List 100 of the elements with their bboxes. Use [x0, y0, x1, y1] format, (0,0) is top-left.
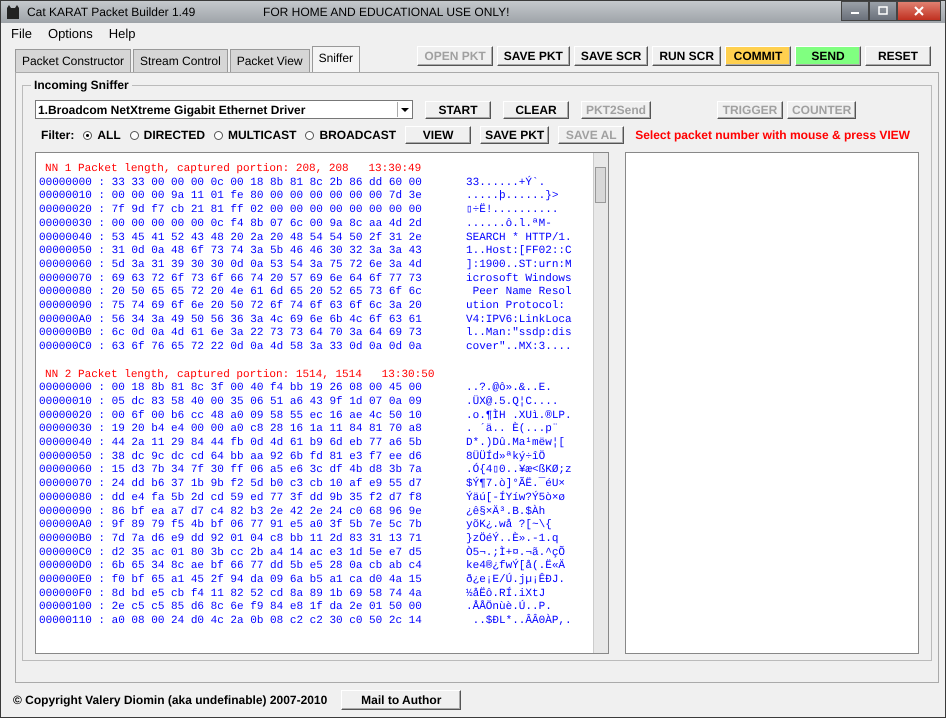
hex-bytes: 00000000 : 00 18 8b 81 8c 3f 00 40 f4 bb 19 26 08 00 45 00: [39, 382, 423, 396]
hex-bytes: 00000050 : 38 dc 9c dc cd 64 bb aa 92 6b fd 81 e3 f7 ee d6: [39, 450, 423, 464]
ascii-text: ......ô.l.ªM-: [466, 218, 552, 232]
hex-bytes: 00000010 : 00 00 00 9a 11 01 fe 80 00 00 00 00 00 00 7d 3e: [39, 190, 423, 204]
filter-label: Filter:: [41, 128, 74, 142]
ascii-text: ..$ÐL*..ÂÂ0ÀP,.: [472, 615, 572, 629]
sniffer-button[interactable]: SAVE PKT: [480, 126, 550, 144]
hex-bytes: 00000070 : 69 63 72 6f 73 6f 66 74 20 57 69 6e 64 6f 77 73: [39, 272, 423, 286]
ascii-text: ke4®¿fwÝ[å(.Ë«Ä: [466, 560, 566, 572]
menu-item[interactable]: Options: [42, 26, 99, 40]
tab[interactable]: Sniffer: [312, 46, 360, 72]
ascii-text: .Ó{4▯0..¥æ<ßKØ;z: [466, 464, 572, 476]
toolbar-button[interactable]: SAVE PKT: [496, 46, 570, 66]
filter-radio[interactable]: ALL: [83, 128, 121, 142]
sniffer-button[interactable]: CLEAR: [503, 100, 569, 118]
filter-radio[interactable]: MULTICAST: [214, 128, 296, 142]
ascii-text: yõK¿.wå ?[~\{: [466, 519, 552, 532]
hex-bytes: 000000A0 : 9f 89 79 f5 4b bf 06 77 91 e5 a0 3f 5b 7e 5c 7b: [39, 519, 423, 533]
hex-bytes: 00000000 : 33 33 00 00 00 0c 00 18 8b 81 8c 2b 86 dd 60 00: [39, 176, 423, 190]
hex-bytes: 00000020 : 00 6f 00 b6 cc 48 a0 09 58 55 ec 16 ae 4c 50 10: [39, 410, 423, 423]
hex-bytes: 000000E0 : f0 bf 65 a1 45 2f 94 da 09 6a b5 a1 ca d0 4a 15: [39, 574, 423, 588]
tab[interactable]: Packet Constructor: [15, 49, 132, 72]
sniffer-button[interactable]: VIEW: [405, 126, 472, 144]
filter-radio[interactable]: DIRECTED: [130, 128, 206, 142]
menu-item[interactable]: File: [5, 26, 38, 40]
tab[interactable]: Packet View: [230, 49, 310, 72]
ascii-text: .ÅÅÖnùè.Ú..P.: [466, 601, 552, 614]
ascii-text: ▯÷Ë!..........: [466, 204, 558, 218]
tab[interactable]: Stream Control: [133, 49, 228, 72]
hex-bytes: 00000010 : 05 dc 83 58 40 00 35 06 51 a6 43 9f 1d 07 0a 09: [39, 396, 423, 410]
ascii-text: $Ý¶7.ò]°ÃË.¯éU×: [466, 478, 566, 490]
ascii-text: V4:IPV6:LinkLoca: [466, 314, 572, 327]
window-title: Cat KARAT Packet Builder 1.49: [27, 5, 196, 19]
maximize-icon: [878, 6, 888, 16]
ascii-text: ution Protocol:: [466, 300, 566, 314]
hex-bytes: 00000090 : 75 74 69 6f 6e 20 50 72 6f 74 6f 63 6f 6c 3a 20: [39, 300, 423, 314]
hex-bytes: 00000020 : 7f 9d f7 cb 21 81 ff 02 00 00 00 00 00 00 00 00: [39, 204, 423, 218]
hex-bytes: 00000080 : 20 50 65 65 72 20 4e 61 6d 65 20 52 65 73 6f 6c: [39, 286, 423, 300]
close-icon: [914, 6, 924, 16]
ascii-text: .o.¶ÌH .XUì.®LP.: [466, 410, 572, 422]
group-title: Incoming Sniffer: [31, 78, 132, 92]
hex-bytes: 00000110 : a0 08 00 24 d0 4c 2a 0b 08 c2 c2 30 c0 50 2c 14: [39, 615, 423, 629]
dropdown-arrow-icon: [401, 108, 409, 112]
hex-bytes: 00000050 : 31 0d 0a 48 6f 73 74 3a 5b 46 46 30 32 3a 3a 43: [39, 245, 423, 259]
packet-header: NN 2 Packet length, captured portion: 1514, 1514 13:30:50: [44, 368, 436, 382]
close-button[interactable]: [897, 1, 941, 21]
scrollbar[interactable]: [593, 153, 608, 653]
hex-bytes: 00000060 : 15 d3 7b 34 7f 30 ff 06 a5 e6 3c df 4b d8 3b 7a: [39, 464, 423, 478]
hex-bytes: 00000080 : dd e4 fa 5b 2d cd 59 ed 77 3f dd 9b 35 f2 d7 f8: [39, 492, 423, 506]
filter-radio[interactable]: BROADCAST: [305, 128, 396, 142]
ascii-text: 33......+Ý`.: [466, 176, 546, 190]
copyright-text: © Copyright Valery Diomin (aka undefinable) 2007-2010: [13, 693, 328, 707]
hex-bytes: 00000100 : 2e c5 c5 85 d6 8c 6e f9 84 e8 1f da 2e 01 50 00: [39, 601, 423, 615]
ascii-text: l..Man:"ssdp:dis: [466, 327, 572, 341]
hex-bytes: 00000030 : 00 00 00 00 00 0c f4 8b 07 6c 00 9a 8c aa 4d 2d: [39, 218, 423, 232]
ascii-text: ]:1900..ST:urn:M: [466, 258, 572, 273]
minimize-button[interactable]: [841, 1, 869, 21]
adapter-dropdown[interactable]: 1.Broadcom NetXtreme Gigabit Ethernet Driver: [35, 100, 413, 119]
cat-icon: [5, 4, 21, 20]
toolbar-button[interactable]: COMMIT: [725, 46, 791, 66]
ascii-text: .ÜX@.5.Q¦C....: [466, 396, 558, 408]
ascii-text: SEARCH * HTTP/1.: [466, 232, 572, 245]
hint-text: Select packet number with mouse & press VIEW: [635, 128, 910, 142]
toolbar-button[interactable]: RUN SCR: [652, 46, 721, 66]
ascii-text: ..?.@ô».&..E.: [466, 382, 552, 395]
maximize-button[interactable]: [869, 1, 897, 21]
toolbar-button[interactable]: SEND: [795, 46, 861, 66]
hex-bytes: 000000A0 : 56 34 3a 49 50 56 36 3a 4c 69 6e 6b 4c 6f 63 61: [39, 314, 423, 327]
hex-bytes: 000000D0 : 6b 65 34 8c ae bf 66 77 dd 5b e5 28 0a cb ab c4: [39, 560, 423, 574]
ascii-text: D*.)Dû.Ma¹mëw¦[: [466, 437, 566, 450]
license-notice: FOR HOME AND EDUCATIONAL USE ONLY!: [263, 5, 510, 19]
packet-header: NN 1 Packet length, captured portion: 208, 208 13:30:49: [44, 163, 422, 177]
hex-bytes: 00000090 : 86 bf ea a7 d7 c4 82 b3 2e 42 2e 24 c0 68 96 9e: [39, 506, 423, 519]
ascii-text: icrosoft Windows: [466, 272, 572, 286]
mail-button[interactable]: Mail to Author: [341, 690, 462, 710]
ascii-text: ½åËô.RÍ.iXtJ: [466, 588, 546, 600]
hex-bytes: 00000030 : 19 20 b4 e4 00 00 a0 c8 28 16 1a 11 84 81 70 a8: [39, 423, 423, 437]
ascii-text: cover"..MX:3....: [466, 341, 572, 355]
ascii-text: 1..Host:[FF02::C: [466, 245, 572, 259]
menu-item[interactable]: Help: [102, 26, 142, 40]
hex-bytes: 000000C0 : 63 6f 76 65 72 22 0d 0a 4d 58 3a 33 0d 0a 0d 0a: [39, 341, 423, 355]
hex-bytes: 00000070 : 24 dd b6 37 1b 9b f2 5d b0 c3 cb 10 af e9 55 d7: [39, 478, 423, 492]
toolbar-button[interactable]: SAVE SCR: [574, 46, 648, 66]
ascii-text: }zÖéÝ..È».-1.q: [466, 532, 558, 546]
hex-bytes: 000000B0 : 7d 7a d6 e9 dd 92 01 04 c8 bb 11 2d 83 31 13 71: [39, 532, 423, 547]
sniffer-button[interactable]: START: [425, 100, 491, 118]
ascii-text: Ò5¬.;Ì+¤.¬ã.^çÕ: [466, 546, 566, 559]
hex-bytes: 000000B0 : 6c 0d 0a 4d 61 6e 3a 22 73 73 64 70 3a 64 69 73: [39, 327, 423, 341]
ascii-text: Peer Name Resol: [472, 286, 572, 300]
hex-bytes: 00000040 : 44 2a 11 29 84 44 fb 0d 4d 61 b9 6d eb 77 a6 5b: [39, 437, 423, 451]
ascii-text: ¿ê§×Ä³.B.$Àh: [466, 506, 546, 518]
ascii-text: . ´ä.. È(...p¨: [466, 423, 558, 437]
hex-bytes: 00000060 : 5d 3a 31 39 30 30 0d 0a 53 54 3a 75 72 6e 3a 4d: [39, 258, 423, 273]
hex-bytes: 000000C0 : d2 35 ac 01 80 3b cc 2b a4 14 ac e3 1d 5e e7 d5: [39, 546, 423, 560]
toolbar-button[interactable]: RESET: [865, 46, 931, 66]
ascii-text: 8ÜÜÍd»ªký÷îÖ: [466, 450, 546, 463]
ascii-text: Ýäú[-ÍYíw?Ý5ò×ø: [466, 492, 566, 504]
hex-bytes: 000000F0 : 8d bd e5 cb f4 11 82 52 cd 8a 89 1b 69 58 74 4a: [39, 588, 423, 601]
ascii-text: .....þ......}>: [466, 190, 558, 203]
ascii-text: ð¿e¡E/Ú.jµ¡ÊÐJ.: [466, 574, 566, 586]
